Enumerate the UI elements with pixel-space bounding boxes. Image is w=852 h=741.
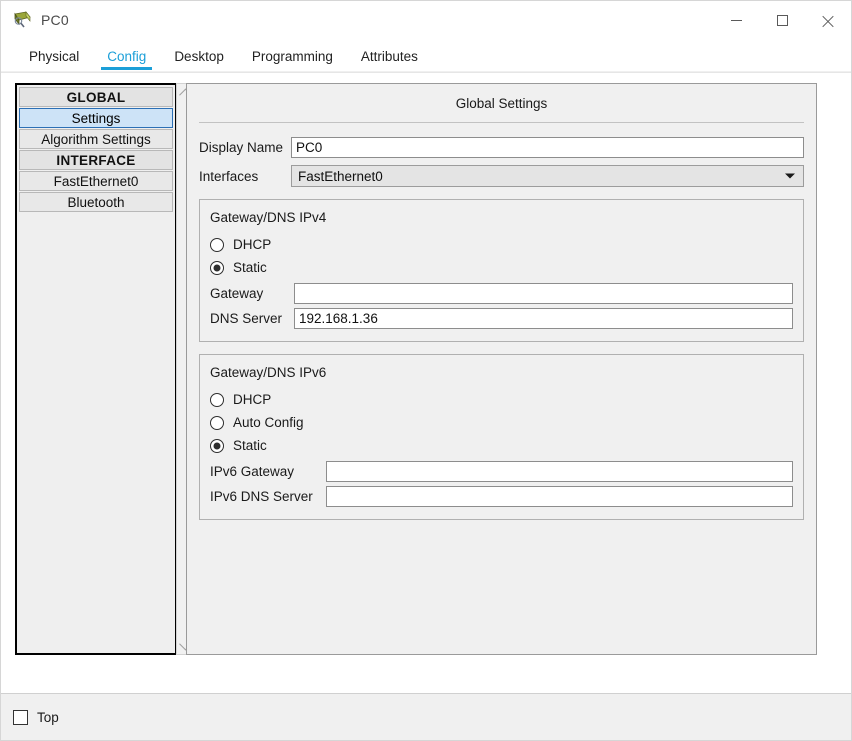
ipv4-dhcp-label: DHCP — [233, 237, 272, 252]
maximize-button[interactable] — [759, 1, 805, 39]
tab-programming[interactable]: Programming — [238, 40, 347, 72]
ipv4-dns-label: DNS Server — [210, 311, 283, 326]
ipv6-dhcp-label: DHCP — [233, 392, 272, 407]
close-button[interactable] — [805, 1, 851, 39]
ipv4-static-label: Static — [233, 260, 267, 275]
minimize-button[interactable] — [713, 1, 759, 39]
ipv6-static-label: Static — [233, 438, 267, 453]
ipv4-static-radio-row[interactable]: Static — [210, 256, 793, 279]
tab-desktop[interactable]: Desktop — [160, 40, 238, 72]
ipv6-dns-input[interactable] — [326, 486, 793, 507]
ipv6-autoconfig-radio-row[interactable]: Auto Config — [210, 411, 793, 434]
tab-physical[interactable]: Physical — [15, 40, 93, 72]
interfaces-selected-value: FastEthernet0 — [298, 168, 383, 184]
panel-divider — [199, 122, 804, 123]
ipv4-static-radio[interactable] — [210, 260, 224, 275]
tab-config[interactable]: Config — [93, 40, 160, 72]
panel-title: Global Settings — [455, 96, 548, 111]
tab-attributes[interactable]: Attributes — [347, 40, 432, 72]
interfaces-row: Interfaces FastEthernet0 — [199, 165, 804, 187]
ipv4-group-title: Gateway/DNS IPv4 — [210, 210, 327, 225]
interfaces-label: Interfaces — [199, 168, 259, 184]
pc-config-window: PC0 Physical Config Desktop Programming … — [0, 0, 852, 741]
top-checkbox-label: Top — [37, 709, 59, 725]
status-bar: Top — [1, 693, 851, 740]
ipv6-autoconfig-radio[interactable] — [210, 415, 224, 430]
tab-bar: Physical Config Desktop Programming Attr… — [1, 40, 851, 72]
nav-header-interface: INTERFACE — [19, 150, 173, 170]
ipv4-dns-input[interactable] — [294, 308, 793, 329]
ipv6-dns-row: IPv6 DNS Server — [210, 486, 793, 507]
ipv4-gateway-input[interactable] — [294, 283, 793, 304]
maximize-icon — [776, 14, 788, 26]
title-bar: PC0 — [1, 1, 851, 40]
display-name-input[interactable] — [291, 137, 804, 158]
pc-device-icon — [13, 11, 33, 29]
display-name-label: Display Name — [199, 140, 284, 155]
gateway-dns-ipv6-group: Gateway/DNS IPv6 DHCP Auto Config Static — [199, 354, 804, 520]
ipv6-static-radio[interactable] — [210, 438, 224, 453]
title-bar-left: PC0 — [1, 11, 69, 29]
ipv6-dns-label: IPv6 DNS Server — [210, 489, 313, 504]
ipv6-group-title: Gateway/DNS IPv6 — [210, 365, 327, 380]
window-controls — [713, 1, 851, 39]
ipv4-dns-row: DNS Server — [210, 308, 793, 329]
ipv6-gateway-label: IPv6 Gateway — [210, 464, 295, 479]
ipv6-dhcp-radio-row[interactable]: DHCP — [210, 388, 793, 411]
ipv6-gateway-input[interactable] — [326, 461, 793, 482]
ipv6-gateway-row: IPv6 Gateway — [210, 461, 793, 482]
ipv6-static-radio-row[interactable]: Static — [210, 434, 793, 457]
config-nav-list: GLOBAL Settings Algorithm Settings INTER… — [15, 83, 195, 655]
nav-item-settings[interactable]: Settings — [19, 108, 173, 128]
nav-item-bluetooth[interactable]: Bluetooth — [19, 192, 173, 212]
chevron-down-icon — [785, 173, 795, 179]
ipv4-dhcp-radio-row[interactable]: DHCP — [210, 233, 793, 256]
nav-header-global: GLOBAL — [19, 87, 173, 107]
gateway-dns-ipv4-group: Gateway/DNS IPv4 DHCP Static Gateway DNS… — [199, 199, 804, 342]
close-icon — [822, 14, 835, 27]
global-settings-panel: Global Settings Display Name Interfaces … — [186, 83, 817, 655]
nav-item-fastethernet0[interactable]: FastEthernet0 — [19, 171, 173, 191]
ipv4-dhcp-radio[interactable] — [210, 237, 224, 252]
panes: GLOBAL Settings Algorithm Settings INTER… — [15, 83, 837, 655]
ipv6-dhcp-radio[interactable] — [210, 392, 224, 407]
interfaces-dropdown[interactable]: FastEthernet0 — [291, 165, 804, 187]
minimize-icon — [730, 19, 742, 21]
window-title: PC0 — [41, 12, 69, 28]
config-nav-items: GLOBAL Settings Algorithm Settings INTER… — [19, 87, 173, 212]
top-checkbox[interactable] — [13, 709, 28, 725]
ipv4-gateway-label: Gateway — [210, 286, 264, 301]
ipv6-autoconfig-label: Auto Config — [233, 415, 304, 430]
ipv4-gateway-row: Gateway — [210, 283, 793, 304]
nav-item-algorithm-settings[interactable]: Algorithm Settings — [19, 129, 173, 149]
display-name-row: Display Name — [199, 137, 804, 158]
config-body: GLOBAL Settings Algorithm Settings INTER… — [1, 72, 851, 693]
